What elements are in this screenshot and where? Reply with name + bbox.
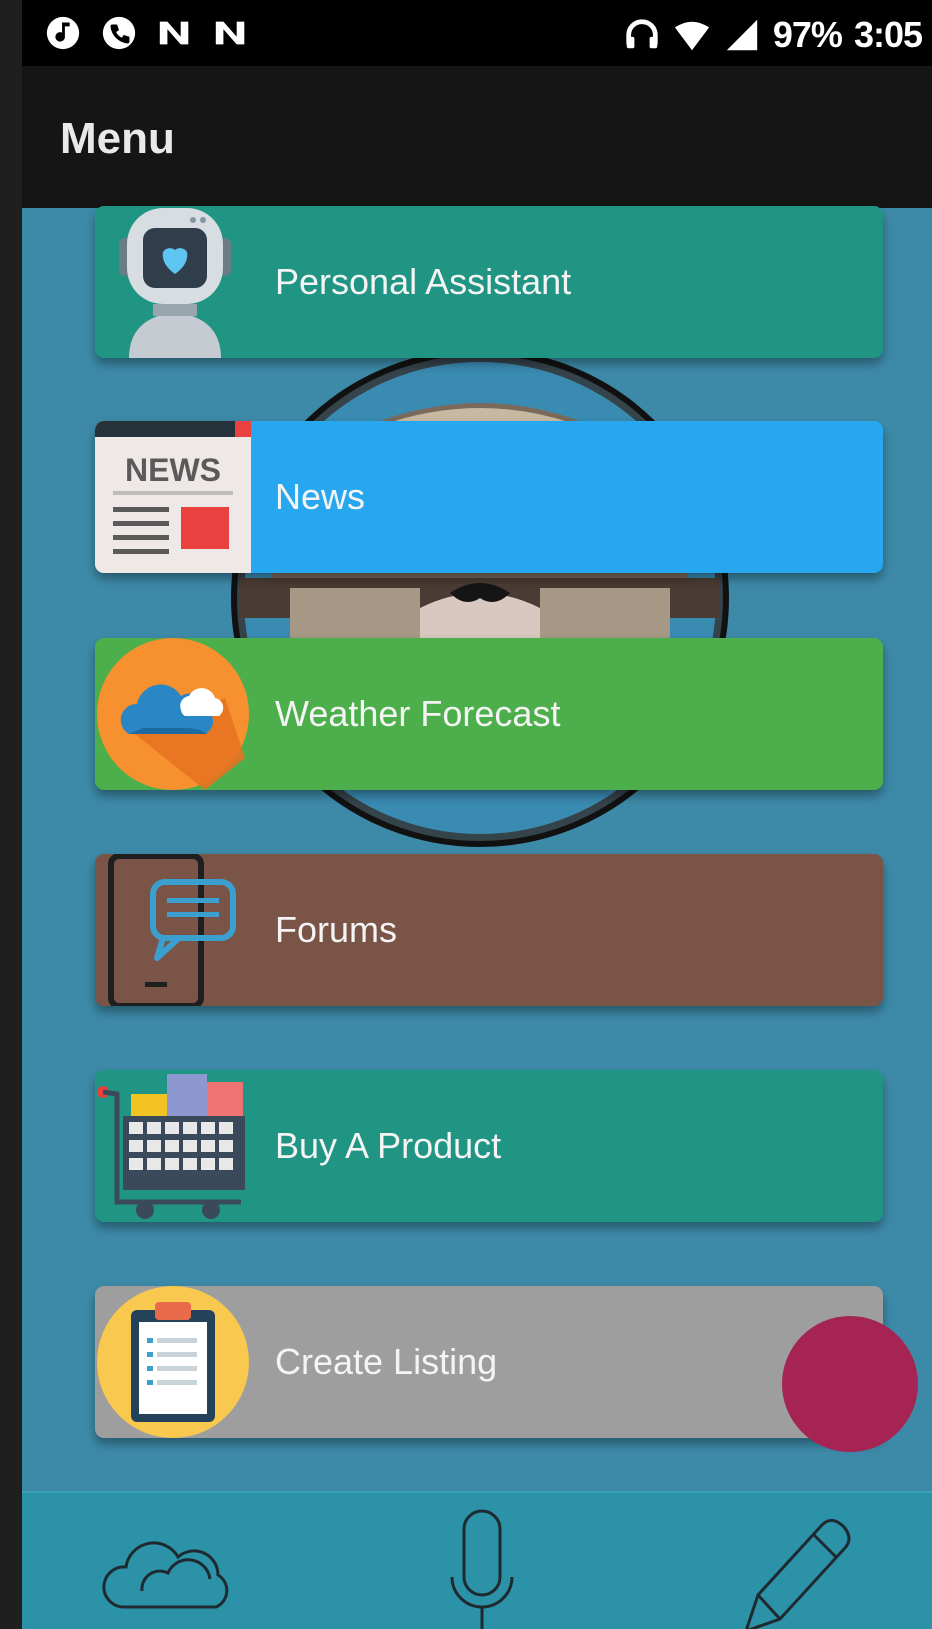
microphone-icon	[450, 1509, 514, 1629]
menu-item-label: Weather Forecast	[275, 693, 561, 734]
music-note-icon	[46, 16, 80, 50]
menu-item-label: Personal Assistant	[275, 261, 572, 302]
wifi-icon	[674, 21, 709, 51]
menu-item-personal-assistant[interactable]: Personal Assistant	[95, 206, 883, 358]
menu-item-weather-forecast[interactable]: Weather Forecast	[95, 638, 883, 790]
clock-time: 3:05	[853, 14, 923, 55]
phone-call-icon	[102, 16, 136, 50]
nav-microphone-button[interactable]	[412, 1507, 552, 1629]
menu-item-forums[interactable]: Forums	[95, 854, 883, 1006]
battery-level: 97%	[772, 14, 843, 55]
robot-icon	[119, 208, 231, 358]
menu-item-label: Forums	[275, 909, 398, 950]
signal-icon	[726, 19, 758, 51]
headphones-icon	[626, 19, 658, 49]
menu-item-label: Create Listing	[275, 1341, 498, 1382]
shopping-cart-icon	[97, 1074, 245, 1219]
menu-item-buy-a-product[interactable]: Buy A Product	[95, 1070, 883, 1222]
floating-action-button[interactable]	[782, 1316, 918, 1452]
nav-pencil-button[interactable]	[722, 1507, 862, 1629]
newspaper-icon: NEWS	[95, 421, 251, 573]
nav-cloud-button[interactable]	[102, 1507, 242, 1629]
menu-item-label: News	[275, 476, 366, 517]
app-screen: 97% 3:05 Menu Personal Assistant NEWS Ne…	[22, 0, 932, 1629]
page-title: Menu	[60, 114, 175, 163]
menu-item-label: Buy A Product	[275, 1125, 502, 1166]
menu-item-news[interactable]: NEWS News	[95, 421, 883, 573]
bottom-navigation	[22, 1491, 932, 1629]
chat-phone-icon	[108, 854, 236, 1006]
app-bar: Menu	[22, 66, 932, 208]
pencil-icon	[745, 1519, 851, 1629]
cloud-icon	[102, 1541, 229, 1609]
menu-item-create-listing[interactable]: Create Listing	[95, 1286, 883, 1438]
notification-n-icon	[159, 21, 189, 45]
cloud-sun-icon	[97, 638, 249, 790]
news-icon-text: NEWS	[125, 452, 221, 488]
notification-n-icon-2	[215, 21, 245, 45]
status-bar: 97% 3:05	[22, 0, 932, 66]
clipboard-icon	[97, 1286, 249, 1438]
